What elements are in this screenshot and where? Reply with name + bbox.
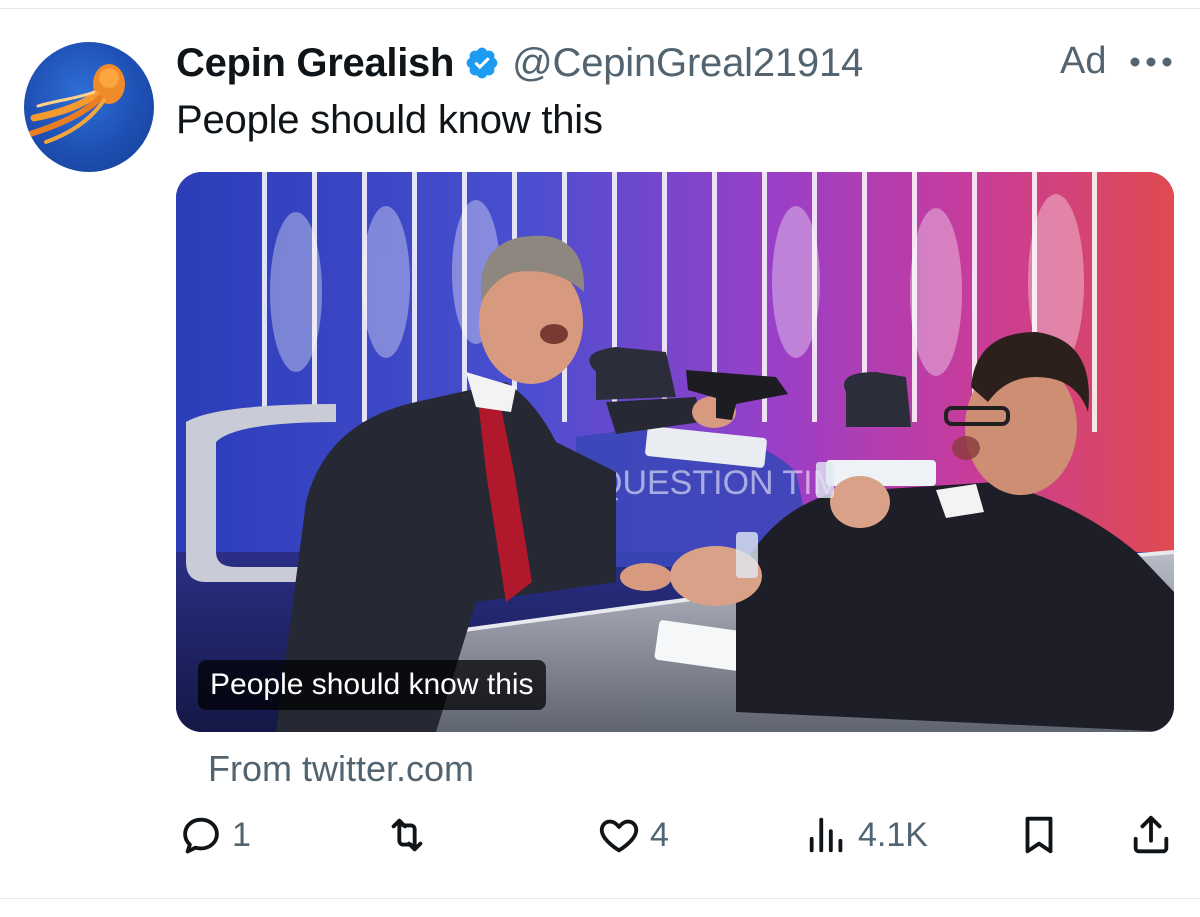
- bottom-divider: [0, 898, 1200, 899]
- studio-scene-image: QUESTION TIM: [176, 172, 1174, 732]
- bookmark-icon: [1025, 816, 1053, 854]
- ad-label: Ad: [1060, 40, 1107, 82]
- reply-count: 1: [232, 815, 251, 854]
- share-button[interactable]: [1128, 812, 1174, 858]
- views-icon: [809, 817, 843, 853]
- bookmark-button[interactable]: [1016, 812, 1062, 858]
- reply-icon: [183, 817, 219, 854]
- more-options-icon[interactable]: [1128, 55, 1174, 69]
- retweet-icon: [391, 818, 423, 852]
- tweet-header: Cepin Grealish @CepinGreal21914: [176, 36, 863, 90]
- media-caption: People should know this: [198, 660, 546, 710]
- tweet-media[interactable]: QUESTION TIM People should know this: [176, 172, 1174, 732]
- source-link[interactable]: From twitter.com: [208, 748, 474, 790]
- like-button[interactable]: 4: [596, 812, 669, 858]
- user-handle[interactable]: @CepinGreal21914: [512, 41, 863, 86]
- views-button[interactable]: 4.1K: [804, 812, 928, 858]
- avatar[interactable]: [24, 42, 154, 172]
- reply-button[interactable]: 1: [178, 812, 251, 858]
- share-icon: [1133, 815, 1169, 854]
- heart-icon: [599, 819, 639, 853]
- jellyfish-avatar-image: [27, 64, 125, 144]
- studio-signage: QUESTION TIM: [596, 464, 841, 502]
- tweet-text: People should know this: [176, 98, 603, 142]
- retweet-button[interactable]: [384, 812, 438, 858]
- display-name[interactable]: Cepin Grealish: [176, 41, 454, 86]
- views-count: 4.1K: [858, 815, 928, 854]
- like-count: 4: [650, 815, 669, 854]
- verified-badge-icon[interactable]: [464, 45, 500, 81]
- top-divider: [0, 8, 1200, 9]
